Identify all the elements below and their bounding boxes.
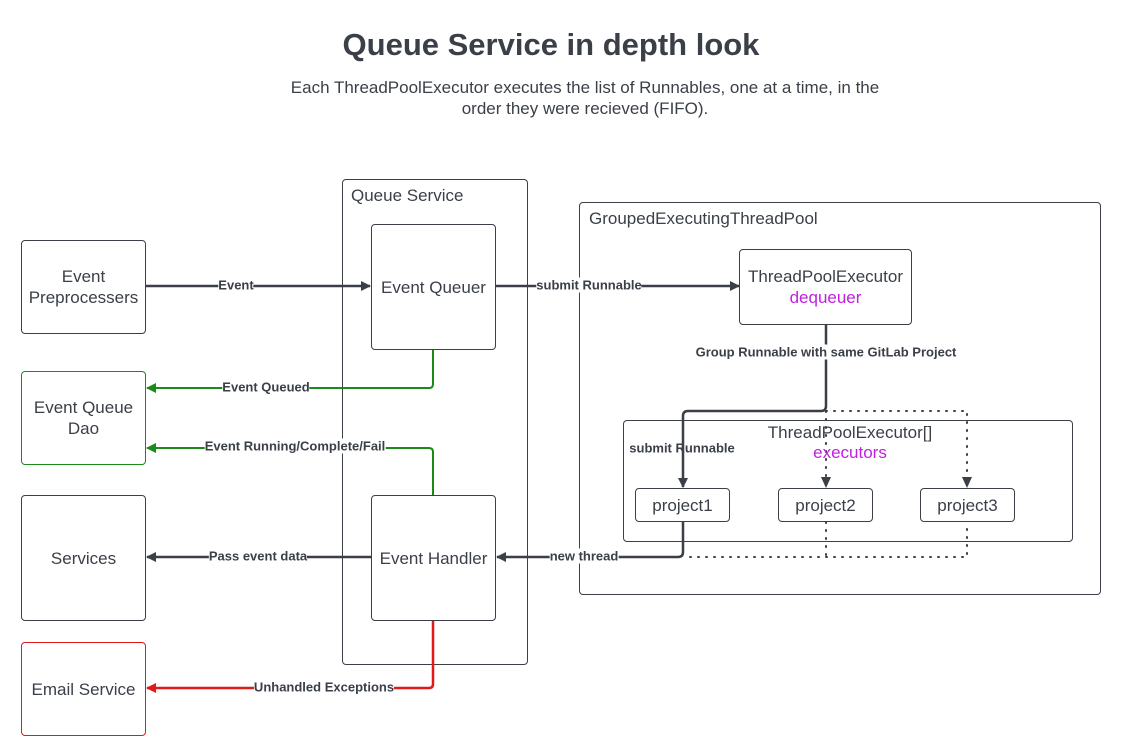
email-service-node: Email Service <box>21 642 146 736</box>
event-queuer-node: Event Queuer <box>371 224 496 350</box>
arrow-project2 <box>821 477 831 488</box>
label-event: Event <box>218 277 254 293</box>
label-pass-event-data: Pass event data <box>208 548 308 564</box>
label-event-status: Event Running/Complete/Fail <box>204 438 386 454</box>
edge-event-status <box>146 443 434 495</box>
executors-array-label: ThreadPoolExecutor[] executors <box>700 423 1000 463</box>
project2-node: project2 <box>778 488 873 522</box>
label-group-runnable: Group Runnable with same GitLab Project <box>695 344 957 360</box>
event-queue-dao-node: Event Queue Dao <box>21 371 146 465</box>
label-unhandled-exceptions: Unhandled Exceptions <box>253 679 395 695</box>
project1-node: project1 <box>635 488 730 522</box>
arrow-project3 <box>962 477 972 488</box>
connector-layer <box>146 281 972 693</box>
event-handler-node: Event Handler <box>371 495 496 621</box>
edge-unhandled-exceptions <box>146 620 435 693</box>
project3-node: project3 <box>920 488 1015 522</box>
executors-array-type: ThreadPoolExecutor[] <box>767 423 933 442</box>
label-event-queued: Event Queued <box>222 379 310 395</box>
executors-array-variable: executors <box>813 443 887 462</box>
edge-dotted-return <box>689 521 968 558</box>
services-node: Services <box>21 495 146 621</box>
dequeuer-type: ThreadPoolExecutor <box>748 267 903 286</box>
label-new-thread: new thread <box>549 548 619 564</box>
label-submit-runnable: submit Runnable <box>536 277 642 293</box>
dequeuer-variable: dequeuer <box>789 288 862 307</box>
event-preprocessers-node: Event Preprocessers <box>21 240 146 334</box>
label-submit-runnable-project: submit Runnable <box>629 440 735 456</box>
dequeuer-node: ThreadPoolExecutor dequeuer <box>739 249 912 325</box>
